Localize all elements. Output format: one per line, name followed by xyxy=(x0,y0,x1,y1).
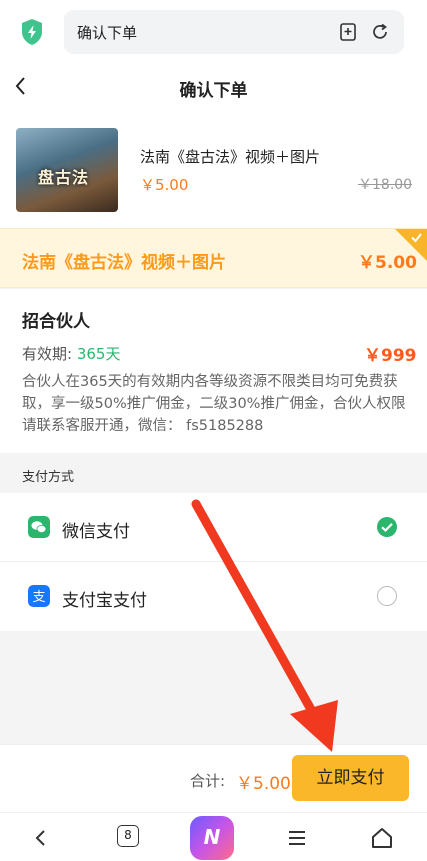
product-name: 法南《盘古法》视频＋图片 xyxy=(140,148,321,166)
app-logo-icon[interactable]: N xyxy=(190,816,234,860)
partner-description: 合伙人在365天的有效期内各等级资源不限类目均可免费获取，享一级50%推广佣金，… xyxy=(22,374,406,434)
payment-option-wechat[interactable]: 微信支付 xyxy=(0,493,427,562)
payment-option-label: 支付宝支付 xyxy=(62,591,147,611)
product-card: 盘古法 法南《盘古法》视频＋图片 ￥5.00 ￥18.00 xyxy=(0,114,427,228)
validity-label: 有效期: xyxy=(22,345,77,363)
pay-now-button[interactable]: 立即支付 xyxy=(292,755,409,801)
payment-option-label: 微信支付 xyxy=(62,522,130,542)
partner-section[interactable]: 招合伙人 有效期: 365天 ￥999 合伙人在365天的有效期内各等级资源不限… xyxy=(0,289,427,453)
thumbnail-caption: 盘古法 xyxy=(38,168,90,187)
payment-methods: 微信支付 支 支付宝支付 xyxy=(0,493,427,631)
partner-title: 招合伙人 xyxy=(22,312,90,332)
check-icon xyxy=(411,233,422,243)
checkout-bar: 合计: ￥5.00 立即支付 xyxy=(0,744,427,812)
menu-icon[interactable] xyxy=(282,823,312,853)
browser-top-bar: 确认下单 xyxy=(0,0,427,62)
radio-checked-icon[interactable] xyxy=(376,516,398,538)
validity-value: 365天 xyxy=(76,345,121,363)
browser-bottom-nav: 8 N xyxy=(0,812,427,861)
product-price: ￥5.00 xyxy=(140,176,189,194)
shield-icon[interactable] xyxy=(20,18,44,46)
total-label: 合计: xyxy=(190,772,226,790)
address-bar[interactable]: 确认下单 xyxy=(64,10,404,54)
svg-text:支: 支 xyxy=(32,590,45,605)
app-logo-text: N xyxy=(203,825,221,849)
selected-product-bar[interactable]: 法南《盘古法》视频＋图片 ￥5.00 xyxy=(0,228,427,288)
back-nav-icon[interactable] xyxy=(26,823,56,853)
product-thumbnail: 盘古法 xyxy=(16,128,118,212)
tabs-count-button[interactable]: 8 xyxy=(117,825,139,847)
selected-product-name: 法南《盘古法》视频＋图片 xyxy=(22,253,226,273)
address-bar-text: 确认下单 xyxy=(77,24,138,42)
page-title: 确认下单 xyxy=(179,81,248,101)
radio-unchecked-icon[interactable] xyxy=(377,586,397,606)
partner-price: ￥999 xyxy=(364,346,417,366)
wechat-icon xyxy=(28,516,50,538)
home-icon[interactable] xyxy=(367,823,397,853)
bookmark-icon[interactable] xyxy=(338,22,358,42)
refresh-icon[interactable] xyxy=(370,22,390,42)
page-header: 确认下单 xyxy=(0,62,427,114)
payment-option-alipay[interactable]: 支 支付宝支付 xyxy=(0,562,427,631)
payment-section-label: 支付方式 xyxy=(22,470,75,485)
alipay-icon: 支 xyxy=(28,585,50,607)
total-value: ￥5.00 xyxy=(236,774,291,794)
product-original-price: ￥18.00 xyxy=(358,177,413,193)
validity-row: 有效期: 365天 xyxy=(22,343,120,364)
